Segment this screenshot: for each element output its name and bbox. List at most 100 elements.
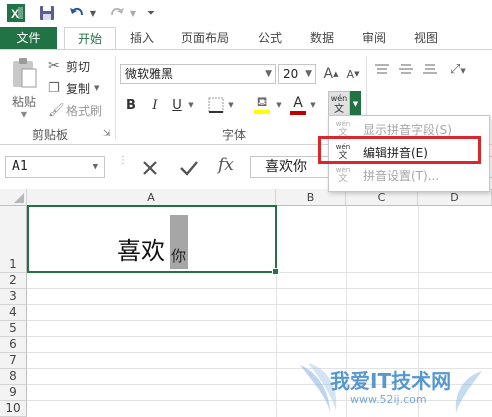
tab-file[interactable]: 文件 <box>0 27 57 49</box>
italic-button[interactable]: I <box>146 94 164 116</box>
watermark-title: 我爱IT技术网 <box>330 369 452 393</box>
row-header-3[interactable]: 3 <box>0 289 27 305</box>
font-name-value: 微软雅黑 <box>125 67 174 81</box>
font-color-button[interactable]: A <box>288 94 308 116</box>
grow-font-button[interactable]: A ▲ <box>321 64 341 84</box>
watermark-url: www.52ij.com <box>350 393 427 406</box>
fill-color-dropdown-icon[interactable]: ▼ <box>274 94 284 116</box>
orientation-icon[interactable]: ⤢▼ <box>450 62 474 80</box>
copy-icon: ❐ <box>48 80 60 96</box>
cell-a1-phonetic-text[interactable]: 你 <box>171 245 186 266</box>
underline-dropdown-icon[interactable]: ▼ <box>186 94 196 116</box>
save-icon[interactable] <box>36 3 58 23</box>
phonetic-icon-top: wén <box>330 94 348 103</box>
confirm-entry-icon[interactable] <box>178 158 204 178</box>
phonetic-guide-button[interactable]: wén 文 <box>328 91 350 117</box>
tab-home[interactable]: 开始 <box>64 27 116 50</box>
font-group-label: 字体 <box>222 128 247 142</box>
scissors-icon: ✂ <box>48 58 60 74</box>
copy-dropdown-icon: ▼ <box>94 84 100 92</box>
cut-label: 剪切 <box>66 59 91 74</box>
fill-color-button[interactable]: ⛾ <box>250 94 274 116</box>
tab-view[interactable]: 视图 <box>406 27 446 49</box>
redo-icon[interactable] <box>106 3 128 23</box>
grow-font-icon: A <box>323 66 334 82</box>
brush-icon: 🖌 <box>48 102 65 118</box>
column-header-a[interactable]: A <box>27 189 276 206</box>
copy-button[interactable]: ❐ 复制 ▼ <box>48 78 99 98</box>
font-name-dropdown[interactable]: 微软雅黑 ▼ <box>120 64 276 84</box>
undo-dropdown-icon[interactable]: ▼ <box>88 3 98 23</box>
cut-button[interactable]: ✂ 剪切 <box>48 56 90 76</box>
row-header-8[interactable]: 8 <box>0 369 27 385</box>
tab-review[interactable]: 审阅 <box>354 27 394 49</box>
font-color-dropdown-icon[interactable]: ▼ <box>308 94 318 116</box>
tab-formulas[interactable]: 公式 <box>250 27 290 49</box>
bottom-align-icon[interactable] <box>422 64 440 78</box>
format-painter-label: 格式刷 <box>66 103 103 118</box>
format-painter-button[interactable]: 🖌 格式刷 <box>48 100 102 120</box>
quick-access-toolbar: X ▼ ▼ ⏷ <box>0 0 492 27</box>
paste-icon <box>13 58 37 88</box>
row-header-9[interactable]: 9 <box>0 385 27 401</box>
paste-button[interactable]: 粘贴 ▼ <box>6 56 42 120</box>
underline-button[interactable]: U <box>168 94 186 116</box>
name-box-value: A1 <box>12 159 28 174</box>
top-align-icon[interactable] <box>374 64 392 78</box>
shrink-font-icon: A <box>346 67 355 81</box>
row-header-5[interactable]: 5 <box>0 321 27 337</box>
paint-bucket-icon: ⛾ <box>256 95 268 110</box>
row-header-1[interactable]: 1 <box>0 206 27 273</box>
borders-dropdown-icon[interactable]: ▼ <box>226 94 236 116</box>
select-all-button[interactable] <box>0 189 27 206</box>
splitter-handle-icon[interactable]: ⋮ <box>118 156 128 176</box>
watermark: 我爱IT技术网 www.52ij.com <box>300 355 490 415</box>
copy-label: 复制 <box>66 81 91 96</box>
redo-dropdown-icon[interactable]: ▼ <box>128 3 138 23</box>
tab-page-layout[interactable]: 页面布局 <box>172 27 238 49</box>
menu-item-label: 拼音设置(T)... <box>363 169 440 183</box>
middle-align-icon[interactable] <box>398 64 416 78</box>
chevron-down-icon: ▼ <box>265 69 272 79</box>
row-header-10[interactable]: 10 <box>0 401 27 417</box>
font-size-value: 20 <box>283 67 299 81</box>
phonetic-dropdown-button[interactable]: ▼ <box>350 91 361 117</box>
insert-function-icon[interactable]: fx <box>218 155 244 179</box>
paste-label: 粘贴 <box>11 95 36 109</box>
cancel-entry-icon[interactable] <box>140 158 166 178</box>
clipboard-group-label: 剪贴板 <box>32 128 69 142</box>
row-header-7[interactable]: 7 <box>0 353 27 369</box>
gridline <box>27 288 492 289</box>
borders-button[interactable] <box>206 94 226 116</box>
name-box[interactable]: A1 ▼ <box>5 156 105 178</box>
phonetic-icon-bottom: 文 <box>334 104 344 115</box>
chevron-down-icon: ▼ <box>305 69 312 79</box>
phonetic-settings-icon: wén 文 <box>335 166 351 184</box>
tab-insert[interactable]: 插入 <box>122 27 162 49</box>
cell-a1[interactable]: 喜欢 你 <box>27 205 279 275</box>
menu-item-phonetic-settings[interactable]: wén 文 拼音设置(T)... <box>329 164 487 188</box>
undo-icon[interactable] <box>66 3 88 23</box>
excel-logo-icon: X <box>6 3 26 23</box>
bold-button[interactable]: B <box>122 94 140 116</box>
row-header-6[interactable]: 6 <box>0 337 27 353</box>
highlight-annotation-box <box>318 136 481 164</box>
borders-icon <box>208 97 224 113</box>
customize-qat-icon[interactable]: ⏷ <box>145 3 157 23</box>
gridline <box>27 304 492 305</box>
font-size-dropdown[interactable]: 20 ▼ <box>278 64 316 84</box>
font-color-icon: A <box>293 94 303 111</box>
fill-handle[interactable] <box>272 268 279 275</box>
svg-text:X: X <box>11 7 19 21</box>
row-header-4[interactable]: 4 <box>0 305 27 321</box>
group-separator <box>115 56 116 140</box>
ribbon-tabs: 文件 开始 插入 页面布局 公式 数据 审阅 视图 <box>0 27 492 50</box>
clipboard-launcher-icon[interactable]: ⇲ <box>103 129 111 139</box>
row-header-2[interactable]: 2 <box>0 273 27 289</box>
gridline <box>27 320 492 321</box>
tab-data[interactable]: 数据 <box>302 27 342 49</box>
cell-a1-text: 喜欢 <box>117 237 165 265</box>
gridline <box>27 352 492 353</box>
shrink-font-button[interactable]: A ▼ <box>343 64 363 84</box>
gridline <box>27 336 492 337</box>
